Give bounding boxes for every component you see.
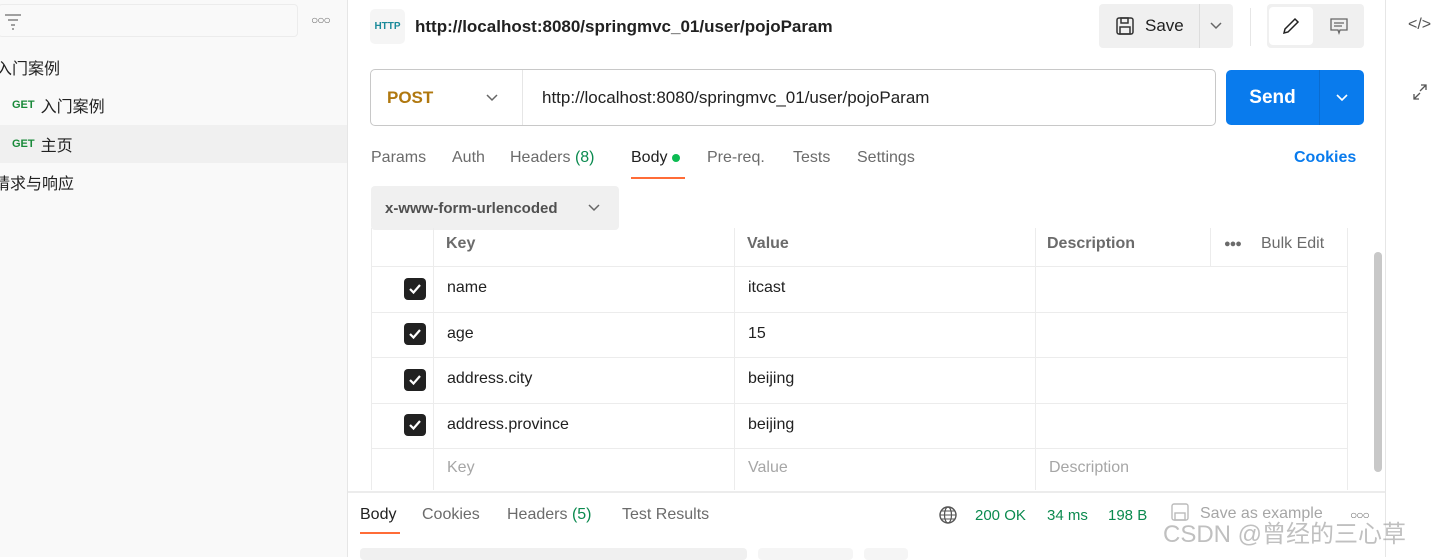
new-description-input[interactable]: Description <box>1049 459 1129 477</box>
folder-label: 入门案例 <box>0 61 61 78</box>
edit-button[interactable] <box>1269 7 1313 45</box>
filter-icon <box>5 14 21 30</box>
check-icon <box>409 375 421 386</box>
code-icon[interactable]: </> <box>1408 16 1431 34</box>
response-control[interactable] <box>758 548 853 560</box>
active-dot-icon <box>671 153 680 162</box>
method-label: POST <box>387 87 434 107</box>
sidebar: ○○○ 入门案例 GET 入门案例 GET 主页 请求与响应 <box>0 0 348 557</box>
response-tab-headers[interactable]: Headers (5) <box>507 506 592 524</box>
chevron-down-icon <box>588 204 600 212</box>
response-time[interactable]: 34 ms <box>1047 507 1088 524</box>
sidebar-request[interactable]: GET 入门案例 <box>0 86 347 124</box>
cookies-link[interactable]: Cookies <box>1294 149 1356 167</box>
row-checkbox[interactable] <box>404 323 426 345</box>
comment-icon <box>1330 18 1348 36</box>
bulk-edit-button[interactable]: Bulk Edit <box>1261 235 1324 253</box>
body-type-label: x-www-form-urlencoded <box>385 199 558 217</box>
save-button-group: Save <box>1099 4 1233 48</box>
sidebar-request-selected[interactable]: GET 主页 <box>0 125 347 163</box>
response-size[interactable]: 198 B <box>1108 507 1147 524</box>
headers-count: (5) <box>571 506 592 523</box>
request-label: 主页 <box>40 138 73 155</box>
http-icon: HTTP <box>370 9 405 44</box>
send-button[interactable]: Send <box>1226 70 1319 125</box>
request-label: 入门案例 <box>40 99 105 116</box>
row-value[interactable]: beijing <box>748 370 794 388</box>
folder-label: 请求与响应 <box>0 176 75 193</box>
sidebar-folder[interactable]: 入门案例 <box>0 48 343 86</box>
row-checkbox[interactable] <box>404 278 426 300</box>
body-type-select[interactable]: x-www-form-urlencoded <box>371 186 619 230</box>
active-tab-indicator <box>360 532 400 534</box>
column-header-key: Key <box>446 235 476 252</box>
right-rail: </> <box>1385 0 1433 557</box>
headers-count: (8) <box>574 149 595 166</box>
request-title[interactable]: http://localhost:8080/springmvc_01/user/… <box>415 17 833 37</box>
check-icon <box>409 284 421 295</box>
more-horizontal-icon[interactable]: ●●● <box>1224 238 1242 250</box>
new-key-input[interactable]: Key <box>447 459 475 477</box>
chevron-down-icon <box>486 94 498 102</box>
collapse-icon[interactable] <box>1411 82 1429 102</box>
method-select[interactable]: POST <box>371 70 523 125</box>
response-tab-test-results[interactable]: Test Results <box>622 506 709 524</box>
method-badge: GET <box>12 99 35 111</box>
url-bar: POST http://localhost:8080/springmvc_01/… <box>370 69 1216 126</box>
row-value[interactable]: beijing <box>748 416 794 434</box>
method-badge: GET <box>12 138 35 150</box>
active-tab-indicator <box>631 177 685 179</box>
tab-tests[interactable]: Tests <box>793 149 830 167</box>
column-header-description: Description <box>1047 235 1136 252</box>
send-button-group: Send <box>1226 70 1364 125</box>
column-header-value: Value <box>747 235 789 252</box>
row-checkbox[interactable] <box>404 414 426 436</box>
tab-prereq[interactable]: Pre-req. <box>707 149 765 167</box>
new-value-input[interactable]: Value <box>748 459 788 477</box>
tab-headers[interactable]: Headers (8) <box>510 149 595 167</box>
check-icon <box>409 420 421 431</box>
more-horizontal-icon[interactable]: ○○○ <box>311 13 331 27</box>
tab-body[interactable]: Body <box>631 149 680 167</box>
row-key[interactable]: age <box>447 325 474 343</box>
row-checkbox[interactable] <box>404 369 426 391</box>
url-input[interactable]: http://localhost:8080/springmvc_01/user/… <box>542 88 929 108</box>
response-tab-body[interactable]: Body <box>360 506 396 524</box>
pencil-icon <box>1282 17 1300 35</box>
chevron-down-icon[interactable] <box>1209 20 1223 32</box>
response-tab-cookies[interactable]: Cookies <box>422 506 480 524</box>
row-key[interactable]: address.province <box>447 416 569 434</box>
globe-icon[interactable] <box>938 505 958 525</box>
tab-settings[interactable]: Settings <box>857 149 915 167</box>
status-code[interactable]: 200 OK <box>975 507 1026 524</box>
response-format-bar[interactable] <box>360 548 747 560</box>
row-key[interactable]: address.city <box>447 370 532 388</box>
row-value[interactable]: 15 <box>748 325 766 343</box>
watermark: CSDN @曾经的三心草 <box>1163 521 1407 548</box>
response-control[interactable] <box>864 548 908 560</box>
tab-params[interactable]: Params <box>371 149 426 167</box>
scrollbar[interactable] <box>1374 252 1382 472</box>
save-icon <box>1116 17 1134 35</box>
row-key[interactable]: name <box>447 279 487 297</box>
pane-divider[interactable] <box>348 491 1385 493</box>
comments-button[interactable] <box>1317 7 1361 45</box>
chevron-down-icon[interactable] <box>1335 92 1349 104</box>
check-icon <box>409 329 421 340</box>
save-button[interactable]: Save <box>1099 4 1199 48</box>
view-toggle <box>1267 4 1364 48</box>
sidebar-filter[interactable] <box>0 4 298 37</box>
row-value[interactable]: itcast <box>748 279 785 297</box>
save-label: Save <box>1145 16 1184 35</box>
tab-auth[interactable]: Auth <box>452 149 485 167</box>
sidebar-folder[interactable]: 请求与响应 <box>0 163 341 201</box>
